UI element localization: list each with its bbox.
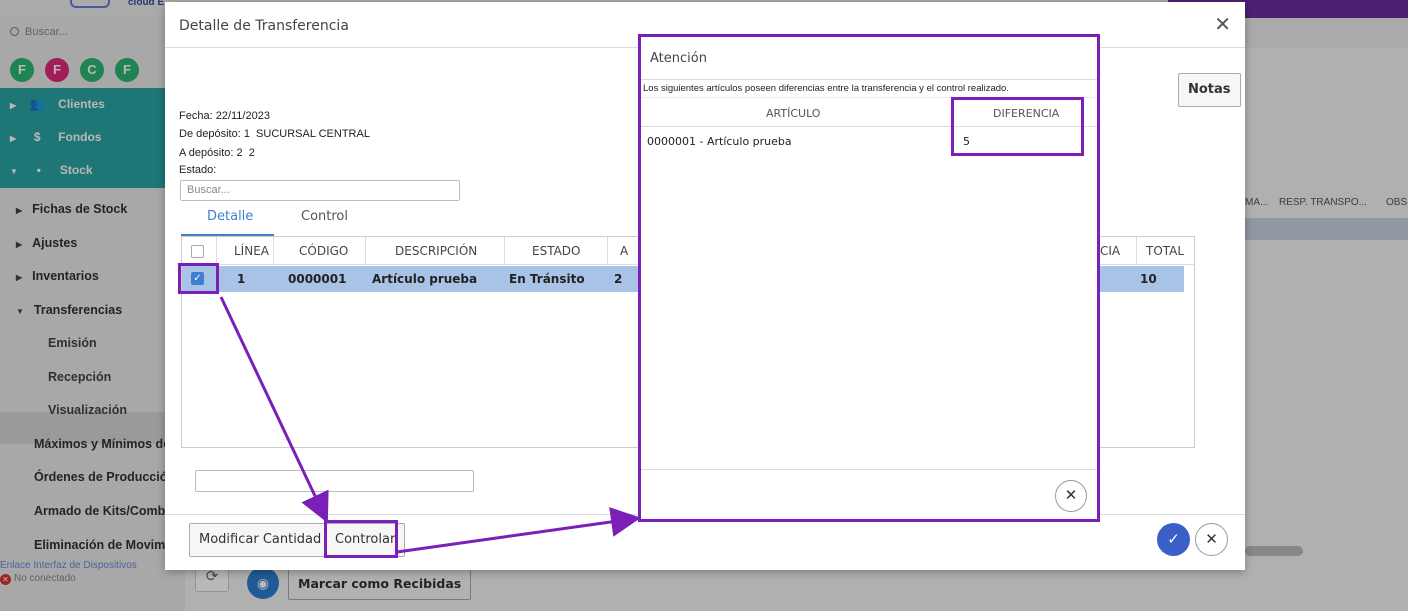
annotation-arrows bbox=[219, 296, 641, 554]
